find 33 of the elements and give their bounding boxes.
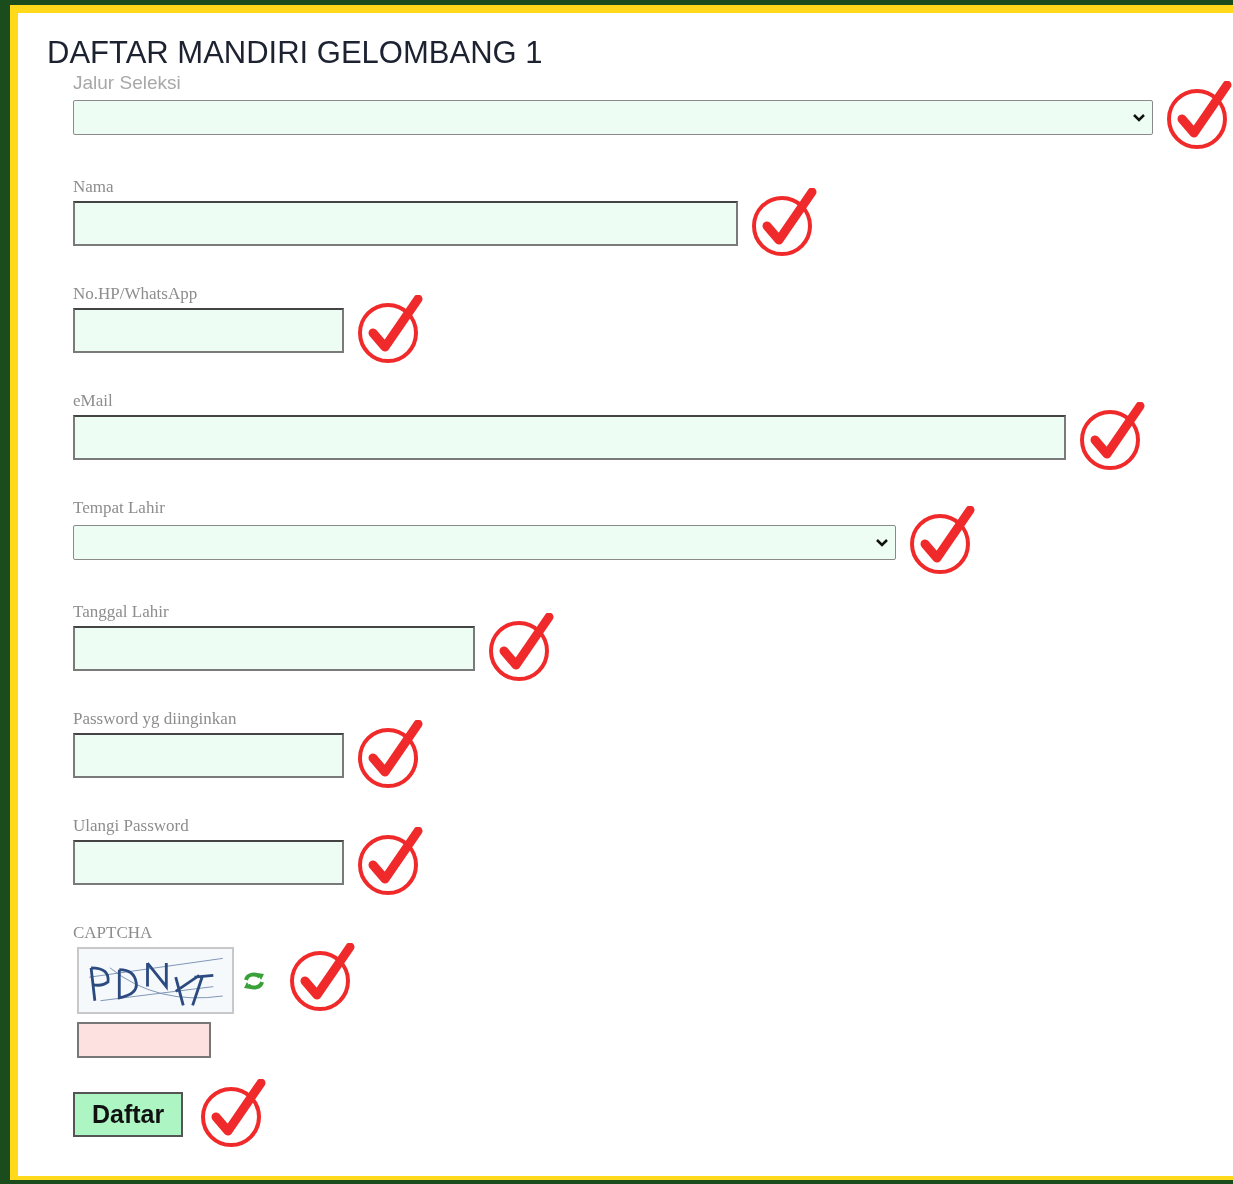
field-label: CAPTCHA bbox=[73, 923, 154, 943]
field-label: Tanggal Lahir bbox=[73, 602, 170, 622]
password-field[interactable] bbox=[73, 840, 344, 885]
chevron-icon bbox=[1132, 112, 1146, 122]
password-field[interactable] bbox=[73, 733, 344, 778]
check-icon bbox=[489, 612, 555, 681]
form-title: DAFTAR MANDIRI GELOMBANG 1 bbox=[47, 35, 544, 71]
register-button[interactable]: Daftar bbox=[73, 1092, 184, 1137]
check-icon bbox=[358, 294, 424, 363]
field-label: Password yg diinginkan bbox=[73, 709, 238, 729]
select-field[interactable] bbox=[73, 99, 1153, 135]
text-field[interactable] bbox=[73, 308, 344, 353]
check-icon bbox=[201, 1078, 268, 1147]
field-label: Tempat Lahir bbox=[73, 498, 166, 518]
chevron-icon bbox=[875, 537, 889, 547]
field-label: Ulangi Password bbox=[73, 816, 190, 836]
check-icon bbox=[358, 826, 424, 895]
text-field[interactable] bbox=[73, 415, 1066, 460]
field-label: eMail bbox=[73, 391, 114, 411]
captcha-field[interactable] bbox=[77, 1022, 211, 1058]
check-icon bbox=[910, 506, 976, 574]
check-icon bbox=[1167, 81, 1233, 149]
select-field[interactable] bbox=[73, 524, 896, 560]
field-label: Jalur Seleksi bbox=[73, 73, 182, 93]
field-label: No.HP/WhatsApp bbox=[73, 284, 199, 304]
check-icon bbox=[290, 942, 356, 1011]
refresh-icon[interactable] bbox=[242, 970, 266, 991]
text-field[interactable] bbox=[73, 626, 475, 671]
check-icon bbox=[358, 719, 424, 788]
check-icon bbox=[752, 187, 818, 256]
text-field[interactable] bbox=[73, 201, 738, 246]
field-label: Nama bbox=[73, 177, 115, 197]
check-icon bbox=[1080, 401, 1146, 470]
